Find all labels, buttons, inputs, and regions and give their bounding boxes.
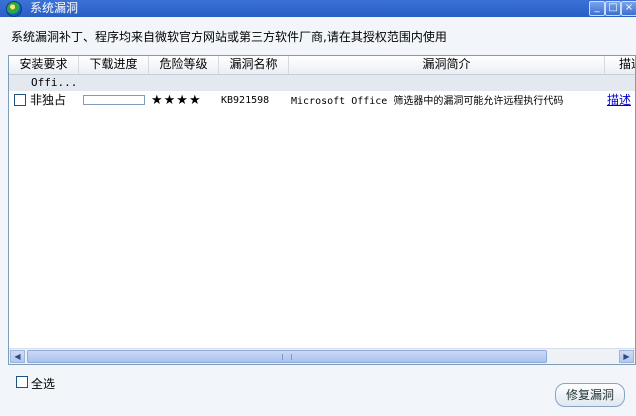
column-header-rating[interactable]: 危险等级	[149, 56, 219, 74]
group-label: Offi...	[31, 76, 78, 89]
select-all-checkbox[interactable]	[16, 376, 28, 388]
window-title: 系统漏洞	[30, 1, 79, 15]
table-header: 安装要求 下载进度 危险等级 漏洞名称 漏洞简介 描述	[9, 56, 635, 75]
close-button[interactable]: ×	[621, 1, 636, 16]
description-text: 系统漏洞补丁、程序均来自微软官方网站或第三方软件厂商,请在其授权范围内使用	[11, 30, 447, 44]
summary-text: Microsoft Office 筛选器中的漏洞可能允许远程执行代码	[291, 96, 564, 107]
column-header-name[interactable]: 漏洞名称	[219, 56, 289, 74]
column-header-description[interactable]: 描述	[605, 56, 635, 74]
column-header-summary[interactable]: 漏洞简介	[289, 56, 605, 74]
horizontal-scrollbar[interactable]: ◀ ▶	[9, 348, 635, 364]
description-link[interactable]: 描述	[607, 92, 631, 109]
group-row[interactable]: Offi...	[9, 75, 635, 91]
minimize-button[interactable]: _	[589, 1, 605, 16]
vulnerability-list: 安装要求 下载进度 危险等级 漏洞名称 漏洞简介 描述 Offi... 非独占 …	[8, 55, 636, 365]
title-bar: 系统漏洞 _ □ ×	[0, 0, 636, 17]
requirement-cell: 非独占	[30, 93, 67, 107]
column-header-progress[interactable]: 下载进度	[79, 56, 149, 74]
summary-cell: Microsoft Office 筛选器中的漏洞可能允许远程执行代码	[291, 92, 563, 109]
download-progress-bar	[83, 95, 145, 105]
table-row[interactable]: 非独占 ★★★★ KB921598 Microsoft Office 筛选器中的…	[9, 92, 635, 109]
column-header-requirement[interactable]: 安装要求	[9, 56, 79, 74]
scroll-left-arrow-icon[interactable]: ◀	[10, 350, 25, 363]
scroll-right-arrow-icon[interactable]: ▶	[619, 350, 634, 363]
scrollbar-thumb[interactable]	[27, 350, 547, 363]
app-icon	[6, 1, 22, 17]
maximize-button[interactable]: □	[605, 1, 621, 16]
scrollbar-grip-icon	[282, 354, 292, 360]
row-checkbox[interactable]	[14, 94, 26, 106]
danger-rating: ★★★★	[151, 93, 202, 108]
select-all-label: 全选	[31, 377, 56, 391]
vulnerability-name-cell: KB921598	[221, 95, 270, 106]
fix-vulnerability-button[interactable]: 修复漏洞	[555, 383, 625, 407]
